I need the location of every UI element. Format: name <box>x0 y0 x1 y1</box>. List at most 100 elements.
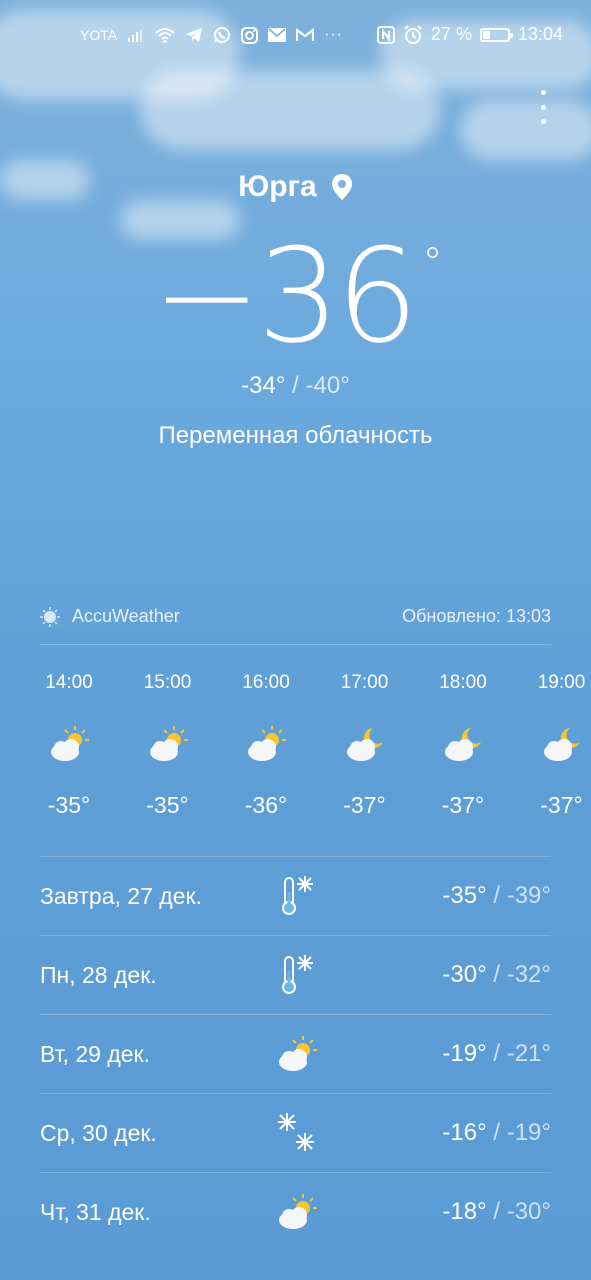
hour-temp: -35° <box>47 792 91 818</box>
high-temp: -34° <box>241 372 286 399</box>
hour-temp: -35° <box>146 792 189 818</box>
hour-icon <box>414 724 512 782</box>
accuweather-icon <box>40 606 60 627</box>
location-pin-icon <box>331 174 352 200</box>
current-temperature: −36 ° <box>0 220 591 372</box>
day-temps: -16° / -19° <box>442 1119 551 1147</box>
day-separator: / <box>486 1119 507 1146</box>
day-label: Ср, 30 дек. <box>40 1119 157 1146</box>
weather-condition: Переменная облачность <box>158 422 433 449</box>
source-row: AccuWeather Обновлено: 13:03 <box>40 606 551 627</box>
partly-sunny-icon <box>279 1194 317 1229</box>
day-separator: / <box>486 1040 507 1067</box>
day-icon <box>272 1029 322 1079</box>
daily-row[interactable]: Чт, 31 дек. -18° / -30° <box>40 1172 551 1251</box>
hour-icon <box>20 724 118 782</box>
day-icon <box>272 1187 322 1237</box>
hour-time: 16:00 <box>242 672 290 693</box>
hour-time: 19:00 <box>537 672 586 693</box>
day-low: -19° <box>506 1119 551 1146</box>
daily-row[interactable]: Пн, 28 дек. -30° / -32° <box>40 935 551 1014</box>
partly-sunny-icon <box>279 1036 317 1071</box>
hour-time: 15:00 <box>143 672 192 693</box>
hour-icon <box>119 724 217 782</box>
snow-icon <box>278 1113 314 1151</box>
wifi-icon <box>155 28 175 43</box>
battery-fill <box>482 30 490 39</box>
updated-time: Обновлено: 13:03 <box>402 606 551 626</box>
provider-label[interactable]: AccuWeather <box>72 606 180 627</box>
dot-icon <box>540 104 546 110</box>
telegram-icon <box>186 28 203 42</box>
degree-symbol: ° <box>422 240 443 286</box>
day-label: Чт, 31 дек. <box>40 1198 151 1225</box>
gmail-icon <box>296 28 315 41</box>
city-header[interactable]: Юрга <box>0 170 591 204</box>
day-separator: / <box>486 961 507 988</box>
high-low-temps: -34° / -40° <box>0 372 591 400</box>
day-temps: -18° / -30° <box>442 1198 551 1226</box>
day-high: -18° <box>442 1198 487 1225</box>
day-temps: -19° / -21° <box>442 1040 551 1068</box>
night-cloudy-icon <box>445 728 481 761</box>
night-cloudy-icon <box>346 728 383 761</box>
clock: 13:04 <box>517 24 563 44</box>
day-low: -30° <box>506 1198 551 1225</box>
day-low: -21° <box>506 1040 551 1067</box>
day-icon <box>272 871 322 921</box>
temp-separator: / <box>292 372 299 399</box>
hour-icon <box>217 724 315 782</box>
day-high: -19° <box>442 1040 487 1067</box>
whatsapp-icon <box>214 27 231 43</box>
day-icon <box>272 1108 322 1158</box>
hour-temp: -37° <box>441 792 485 818</box>
hour-temp: -37° <box>540 792 583 818</box>
dot-icon <box>540 119 546 124</box>
day-low: -32° <box>506 961 551 988</box>
hour-time: 17:00 <box>340 672 389 693</box>
daily-forecast: Завтра, 27 дек. -35° / -39° Пн, 28 дек. … <box>40 856 551 1251</box>
hourly-item[interactable]: 14:00 -35° <box>20 672 118 819</box>
day-low: -39° <box>506 882 551 909</box>
divider <box>40 644 551 645</box>
hour-time: 14:00 <box>45 672 93 693</box>
day-icon <box>272 950 322 1000</box>
hourly-item[interactable]: 17:00 -37° <box>316 672 414 819</box>
day-high: -35° <box>442 882 487 909</box>
day-separator: / <box>486 1198 507 1225</box>
carrier-label: YOTA <box>80 27 118 43</box>
hour-temp: -36° <box>244 792 288 818</box>
low-temp: -40° <box>305 372 350 399</box>
frost-icon <box>282 876 313 915</box>
day-label: Пн, 28 дек. <box>40 961 157 988</box>
daily-row[interactable]: Ср, 30 дек. -16° / -19° <box>40 1093 551 1172</box>
hourly-item[interactable]: 16:00 -36° <box>217 672 315 819</box>
status-bar: YOTA ··· 27 % 13:04 <box>0 0 591 72</box>
hourly-item[interactable]: 15:00 -35° <box>119 672 217 819</box>
day-temps: -30° / -32° <box>442 961 551 989</box>
day-separator: / <box>486 882 507 909</box>
signal-icon <box>128 29 143 42</box>
day-label: Завтра, 27 дек. <box>40 882 202 909</box>
hourly-item[interactable]: 18:00 -37° <box>414 672 512 819</box>
day-high: -30° <box>442 961 487 988</box>
battery-icon <box>479 27 513 42</box>
city-name: Юрга <box>238 170 317 203</box>
more-icon: ··· <box>324 26 344 43</box>
hourly-item[interactable]: 19:00 -37° <box>513 672 591 819</box>
hour-icon <box>513 724 591 782</box>
mail-icon <box>268 28 287 42</box>
day-label: Вт, 29 дек. <box>40 1040 150 1067</box>
daily-row[interactable]: Вт, 29 дек. -19° / -21° <box>40 1014 551 1093</box>
nfc-icon <box>376 25 395 44</box>
daily-row[interactable]: Завтра, 27 дек. -35° / -39° <box>40 856 551 935</box>
partly-sunny-icon <box>51 726 89 761</box>
partly-sunny-icon <box>149 726 188 761</box>
hour-time: 18:00 <box>439 672 487 693</box>
instagram-icon <box>241 26 259 44</box>
more-options-button[interactable] <box>539 90 547 124</box>
current-temp-value: −36 <box>152 220 418 372</box>
hourly-forecast[interactable]: 14:00 -35° 15:00 -35° 16:00 -36° 17:00 -… <box>20 672 591 842</box>
day-high: -16° <box>442 1119 487 1146</box>
hour-icon <box>316 724 414 782</box>
